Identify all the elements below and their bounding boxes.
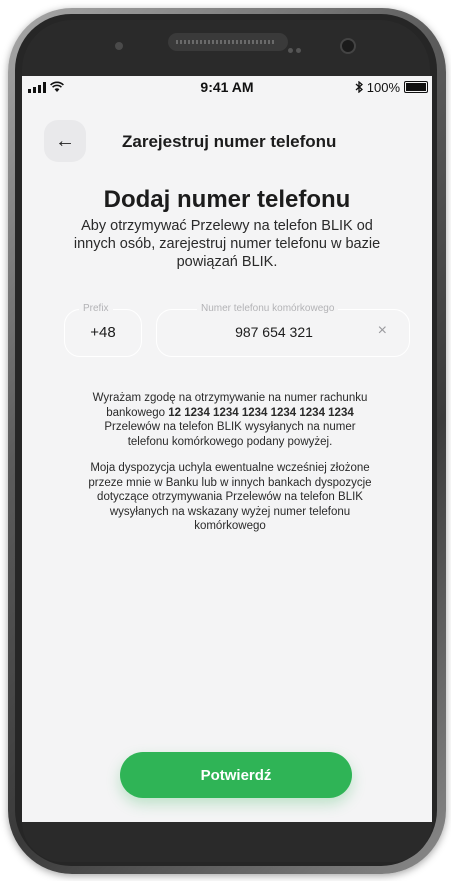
prefix-value: +48 xyxy=(90,324,116,341)
phone-number-field[interactable]: Numer telefonu komórkowego 987 654 321 × xyxy=(156,302,410,357)
prefix-label: Prefix xyxy=(79,302,113,316)
phone-number-value: 987 654 321 xyxy=(235,324,313,340)
page-title: Zarejestruj numer telefonu xyxy=(122,132,337,151)
bluetooth-icon xyxy=(355,81,363,93)
confirm-button[interactable]: Potwierdź xyxy=(120,752,352,798)
status-bar: 9:41 AM 100% xyxy=(22,76,432,98)
speaker-grill xyxy=(176,40,276,44)
phone-number-label: Numer telefonu komórkowego xyxy=(197,302,339,316)
back-button[interactable]: ← xyxy=(44,120,86,162)
intro-text: Aby otrzymywać Przelewy na telefon BLIK … xyxy=(73,218,381,270)
section-heading: Dodaj numer telefonu xyxy=(103,186,351,213)
front-camera xyxy=(340,38,356,54)
account-number: 12 1234 1234 1234 1234 1234 1234 xyxy=(168,406,354,419)
sensor-dot xyxy=(115,42,123,50)
prefix-field[interactable]: Prefix +48 xyxy=(64,302,142,357)
arrow-left-icon: ← xyxy=(55,129,75,152)
wifi-icon xyxy=(50,81,64,92)
status-right: 100% xyxy=(355,80,432,95)
battery-percent: 100% xyxy=(366,79,400,95)
phone-bottom-bezel xyxy=(22,822,432,862)
navigation-bar: ← Zarejestruj numer telefonu xyxy=(22,106,432,162)
speaker-dots xyxy=(288,40,318,53)
status-left xyxy=(22,81,64,93)
clear-icon[interactable]: × xyxy=(378,322,387,340)
consent-text-after: Przelewów na telefon BLIK wysyłanych na … xyxy=(104,421,356,448)
battery-icon xyxy=(404,81,428,93)
consent-text: Wyrażam zgodę na otrzymywanie na numer r… xyxy=(84,391,376,449)
phone-screen: 9:41 AM 100% ← Zarejestruj numer telefon… xyxy=(22,76,432,822)
disposition-text: Moja dyspozycja uchyla ewentualne wcześn… xyxy=(88,462,372,532)
cellular-signal-icon xyxy=(28,81,46,93)
